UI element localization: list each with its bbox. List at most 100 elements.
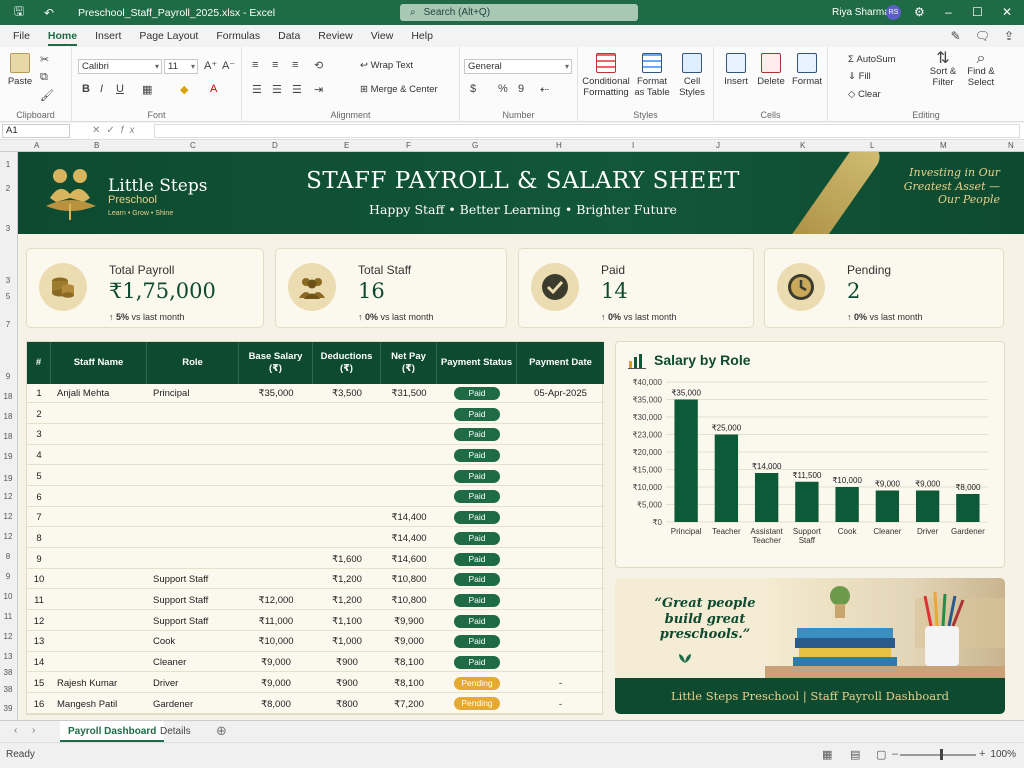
table-row[interactable]: 1 Anjali Mehta Principal ₹35,000 ₹3,500 ₹31,5… xyxy=(27,384,604,404)
cell-n[interactable]: 5 xyxy=(27,467,51,486)
cell-name[interactable]: Mangesh Patil xyxy=(57,695,147,714)
column-header[interactable]: J xyxy=(716,141,720,150)
cell-ded[interactable]: ₹1,600 xyxy=(313,550,381,569)
merge-center-button[interactable]: ⊞ Merge & Center xyxy=(360,84,438,95)
cell-ded[interactable]: ₹900 xyxy=(313,653,381,672)
cell-net[interactable]: ₹14,400 xyxy=(381,508,437,527)
cell-role[interactable]: Principal xyxy=(153,384,239,403)
cell-role[interactable]: Cleaner xyxy=(153,653,239,672)
column-header[interactable]: D xyxy=(272,141,278,150)
cell-date[interactable] xyxy=(517,612,604,631)
table-row[interactable]: 8 ₹14,400 Paid xyxy=(27,529,604,549)
table-row[interactable]: 6 Paid xyxy=(27,488,604,507)
cell-status[interactable]: Paid xyxy=(437,653,517,672)
cell-n[interactable]: 13 xyxy=(27,632,51,651)
cell-net[interactable]: ₹8,100 xyxy=(381,674,437,693)
cell-date[interactable] xyxy=(517,446,604,465)
italic-icon[interactable]: I xyxy=(100,83,103,95)
cell-name[interactable] xyxy=(57,612,147,631)
decimal-icon[interactable]: ⇠ xyxy=(540,83,549,96)
cell-n[interactable]: 2 xyxy=(27,405,51,424)
cell-name[interactable] xyxy=(57,529,147,548)
cell-net[interactable]: ₹31,500 xyxy=(381,384,437,403)
insert-cells-button[interactable]: Insert xyxy=(720,53,752,87)
wrap-text-button[interactable]: ↩ Wrap Text xyxy=(360,60,413,71)
cell-date[interactable] xyxy=(517,653,604,672)
cell-date[interactable] xyxy=(517,467,604,486)
cell-name[interactable] xyxy=(57,467,147,486)
cell-n[interactable]: 6 xyxy=(27,488,51,507)
cell-name[interactable] xyxy=(57,632,147,651)
cell-base[interactable]: ₹8,000 xyxy=(239,695,313,714)
bar-driver[interactable] xyxy=(915,490,940,523)
table-row[interactable]: 4 Paid xyxy=(27,446,604,466)
prev-sheet-icon[interactable]: ‹ xyxy=(14,725,17,736)
cell-ded[interactable] xyxy=(313,446,381,465)
normal-view-icon[interactable]: ▦ xyxy=(822,748,832,761)
row-number[interactable]: 12 xyxy=(0,492,16,501)
cell-role[interactable] xyxy=(153,529,239,548)
cell-base[interactable] xyxy=(239,446,313,465)
row-number[interactable]: 11 xyxy=(0,612,16,621)
col-header-deductions[interactable]: Deductions (₹) xyxy=(313,342,381,384)
cell-net[interactable] xyxy=(381,488,437,507)
cell-date[interactable] xyxy=(517,405,604,424)
format-as-table-button[interactable]: Format as Table xyxy=(632,53,672,98)
bold-icon[interactable]: B xyxy=(82,83,90,95)
cell-base[interactable] xyxy=(239,425,313,444)
cell-ded[interactable] xyxy=(313,405,381,424)
table-row[interactable]: 7 ₹14,400 Paid xyxy=(27,508,604,528)
menu-formulas[interactable]: Formulas xyxy=(207,25,269,47)
row-number[interactable]: 12 xyxy=(0,632,16,641)
cell-net[interactable]: ₹10,800 xyxy=(381,570,437,589)
cut-icon[interactable]: ✂ xyxy=(40,53,49,66)
table-row[interactable]: 2 Paid xyxy=(27,405,604,424)
decrease-font-icon[interactable]: A⁻ xyxy=(222,59,235,72)
cell-net[interactable]: ₹14,600 xyxy=(381,550,437,569)
row-number[interactable]: 38 xyxy=(0,668,16,677)
comments-icon[interactable]: 🗨 xyxy=(975,29,990,43)
align-left-icon[interactable]: ☰ xyxy=(252,83,262,96)
cell-ded[interactable]: ₹1,200 xyxy=(313,591,381,610)
cell-base[interactable] xyxy=(239,550,313,569)
cell-date[interactable] xyxy=(517,425,604,444)
paste-button[interactable]: Paste xyxy=(6,53,34,87)
cell-n[interactable]: 14 xyxy=(27,653,51,672)
cell-ded[interactable]: ₹1,100 xyxy=(313,612,381,631)
conditional-formatting-button[interactable]: Conditional Formatting xyxy=(582,53,630,98)
col-header-base-salary[interactable]: Base Salary (₹) xyxy=(239,342,313,384)
table-row[interactable]: 5 Paid xyxy=(27,467,604,486)
column-header[interactable]: G xyxy=(472,141,478,150)
fill-button[interactable]: ⇓ Fill xyxy=(848,71,871,82)
bar-assistant-teacher[interactable] xyxy=(754,473,779,522)
cell-base[interactable] xyxy=(239,570,313,589)
bar-support-staff[interactable] xyxy=(795,481,819,522)
table-row[interactable]: 9 ₹1,600 ₹14,600 Paid xyxy=(27,550,604,569)
cell-base[interactable]: ₹35,000 xyxy=(239,384,313,403)
cell-date[interactable] xyxy=(517,529,604,548)
column-header[interactable]: C xyxy=(190,141,196,150)
cell-status[interactable]: Paid xyxy=(437,570,517,589)
cell-n[interactable]: 16 xyxy=(27,695,51,714)
sort-filter-button[interactable]: ⇅ Sort & Filter xyxy=(926,51,960,89)
cell-base[interactable]: ₹10,000 xyxy=(239,632,313,651)
row-number[interactable]: 38 xyxy=(0,685,16,694)
row-number[interactable]: 12 xyxy=(0,512,16,521)
row-number[interactable]: 3 xyxy=(0,276,16,285)
cell-n[interactable]: 8 xyxy=(27,529,51,548)
bar-cook[interactable] xyxy=(835,487,859,522)
row-number[interactable]: 3 xyxy=(0,224,16,233)
cell-n[interactable]: 7 xyxy=(27,508,51,527)
row-number[interactable]: 12 xyxy=(0,532,16,541)
borders-icon[interactable]: ▦ xyxy=(142,83,152,96)
cell-status[interactable]: Paid xyxy=(437,405,517,424)
cell-n[interactable]: 1 xyxy=(27,384,51,403)
cell-role[interactable]: Driver xyxy=(153,674,239,693)
table-row[interactable]: 13 Cook ₹10,000 ₹1,000 ₹9,000 Paid xyxy=(27,632,604,652)
col-header-role[interactable]: Role xyxy=(147,342,239,384)
menu-review[interactable]: Review xyxy=(309,25,361,47)
cell-status[interactable]: Paid xyxy=(437,550,517,569)
cell-net[interactable]: ₹14,400 xyxy=(381,529,437,548)
column-header[interactable]: L xyxy=(870,141,874,150)
formula-input[interactable] xyxy=(154,124,1020,138)
